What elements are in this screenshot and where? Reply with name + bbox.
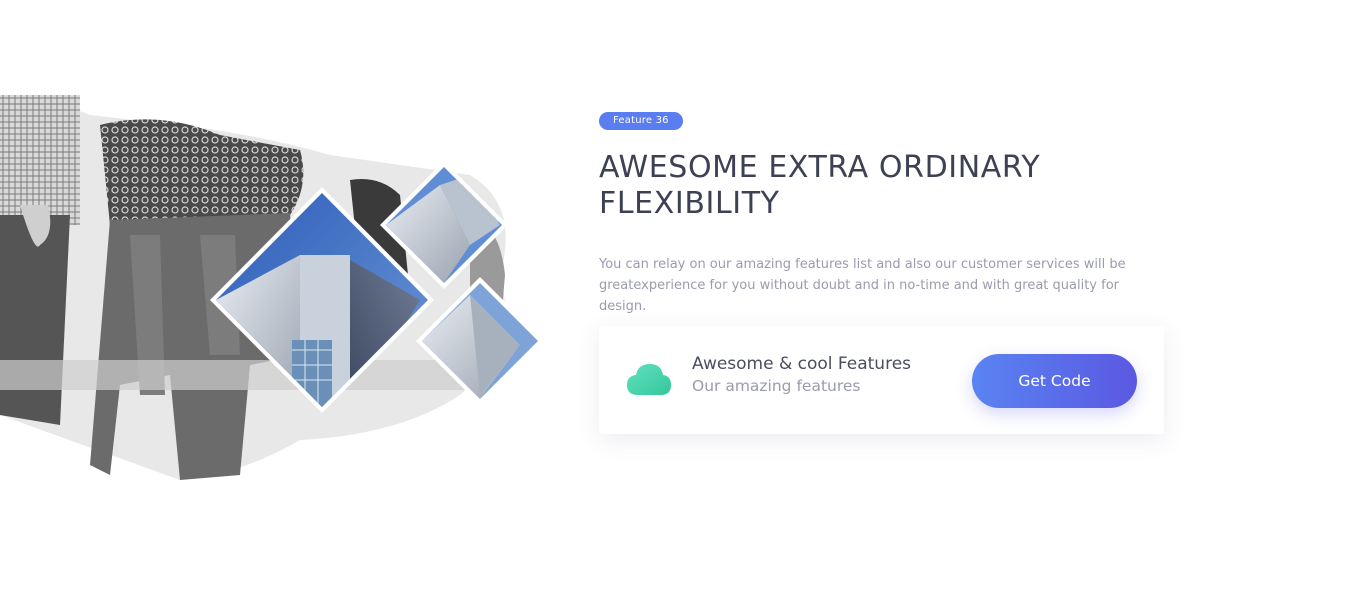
feature-badge: Feature 36 <box>599 112 683 130</box>
feature-description: You can relay on our amazing features li… <box>599 257 1126 314</box>
feature-card: Awesome & cool Features Our amazing feat… <box>599 326 1164 434</box>
feature-section: Feature 36 AWESOME EXTRA ORDINARY FLEXIB… <box>0 0 1366 603</box>
feature-card-subtitle: Our amazing features <box>692 377 861 395</box>
feature-card-title: Awesome & cool Features <box>692 354 912 374</box>
hero-illustration <box>0 95 560 485</box>
page-title: AWESOME EXTRA ORDINARY FLEXIBILITY <box>599 150 1041 221</box>
feature-content: Feature 36 AWESOME EXTRA ORDINARY FLEXIB… <box>599 108 1179 434</box>
feature-card-texts: Awesome & cool Features Our amazing feat… <box>692 353 911 397</box>
cloud-icon <box>627 364 671 395</box>
get-code-button[interactable]: Get Code <box>972 354 1137 408</box>
